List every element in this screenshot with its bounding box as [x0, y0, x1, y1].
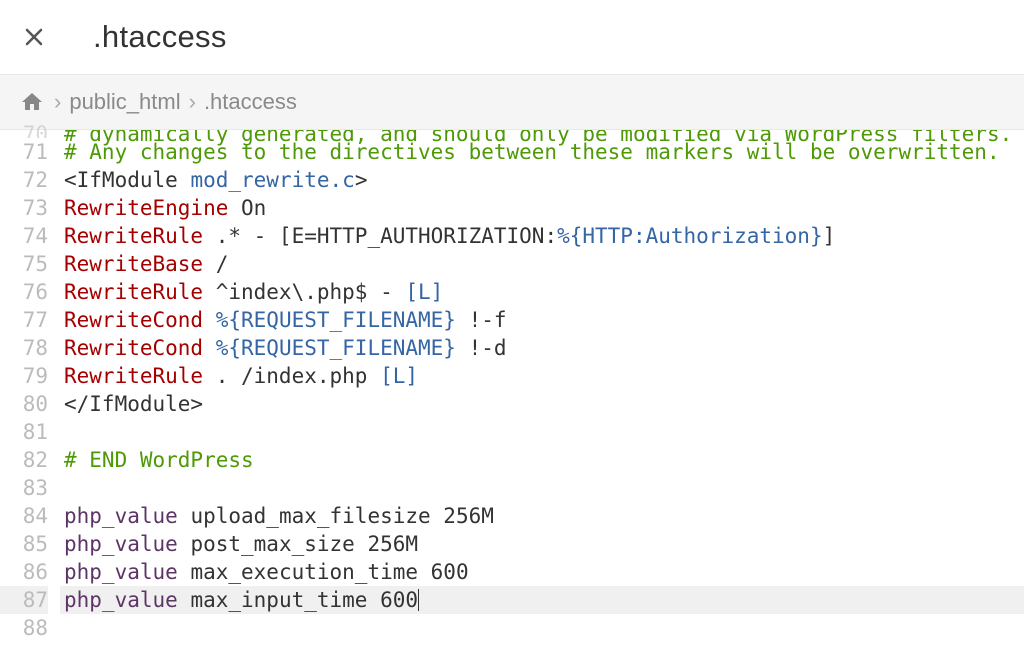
line-number: 72	[0, 166, 48, 194]
code-line[interactable]: php_value upload_max_filesize 256M	[60, 502, 1024, 530]
text-cursor	[418, 589, 419, 611]
line-number: 75	[0, 250, 48, 278]
line-number: 78	[0, 334, 48, 362]
line-number: 79	[0, 362, 48, 390]
code-line[interactable]: # END WordPress	[60, 446, 1024, 474]
chevron-right-icon: ›	[54, 89, 61, 115]
code-line[interactable]: php_value max_execution_time 600	[60, 558, 1024, 586]
code-content[interactable]: # dynamically generated, and should only…	[60, 130, 1024, 669]
line-number: 74	[0, 222, 48, 250]
line-number: 77	[0, 306, 48, 334]
editor-header: .htaccess	[0, 0, 1024, 75]
home-icon[interactable]	[20, 90, 44, 114]
code-line[interactable]	[60, 614, 1024, 642]
line-number: 84	[0, 502, 48, 530]
line-number: 80	[0, 390, 48, 418]
line-number: 71	[0, 138, 48, 166]
line-number: 87	[0, 586, 48, 614]
breadcrumb-item[interactable]: .htaccess	[204, 89, 297, 115]
line-number: 85	[0, 530, 48, 558]
code-line[interactable]: <IfModule mod_rewrite.c>	[60, 166, 1024, 194]
code-line[interactable]: RewriteRule .* - [E=HTTP_AUTHORIZATION:%…	[60, 222, 1024, 250]
breadcrumb: › public_html › .htaccess	[0, 75, 1024, 130]
code-line[interactable]	[60, 474, 1024, 502]
line-number: 88	[0, 614, 48, 642]
code-line[interactable]: php_value post_max_size 256M	[60, 530, 1024, 558]
code-line[interactable]: # Any changes to the directives between …	[60, 138, 1024, 166]
line-number: 86	[0, 558, 48, 586]
code-line[interactable]: RewriteEngine On	[60, 194, 1024, 222]
code-line[interactable]: php_value max_input_time 600	[60, 586, 1024, 614]
line-number: 70	[0, 120, 48, 138]
line-number: 83	[0, 474, 48, 502]
code-line[interactable]: RewriteCond %{REQUEST_FILENAME} !-d	[60, 334, 1024, 362]
code-line[interactable]: RewriteRule . /index.php [L]	[60, 362, 1024, 390]
code-line[interactable]: RewriteRule ^index\.php$ - [L]	[60, 278, 1024, 306]
code-line[interactable]: RewriteBase /	[60, 250, 1024, 278]
filename-title: .htaccess	[93, 19, 227, 55]
close-icon[interactable]	[20, 23, 48, 51]
code-line[interactable]	[60, 418, 1024, 446]
line-number: 82	[0, 446, 48, 474]
code-editor[interactable]: 70717273747576777879808182838485868788 #…	[0, 130, 1024, 669]
line-number: 81	[0, 418, 48, 446]
code-line[interactable]: </IfModule>	[60, 390, 1024, 418]
line-number: 73	[0, 194, 48, 222]
breadcrumb-item[interactable]: public_html	[69, 89, 180, 115]
code-line[interactable]: RewriteCond %{REQUEST_FILENAME} !-f	[60, 306, 1024, 334]
chevron-right-icon: ›	[189, 89, 196, 115]
line-number: 76	[0, 278, 48, 306]
line-number-gutter: 70717273747576777879808182838485868788	[0, 130, 60, 669]
code-line[interactable]: # dynamically generated, and should only…	[60, 130, 1024, 138]
